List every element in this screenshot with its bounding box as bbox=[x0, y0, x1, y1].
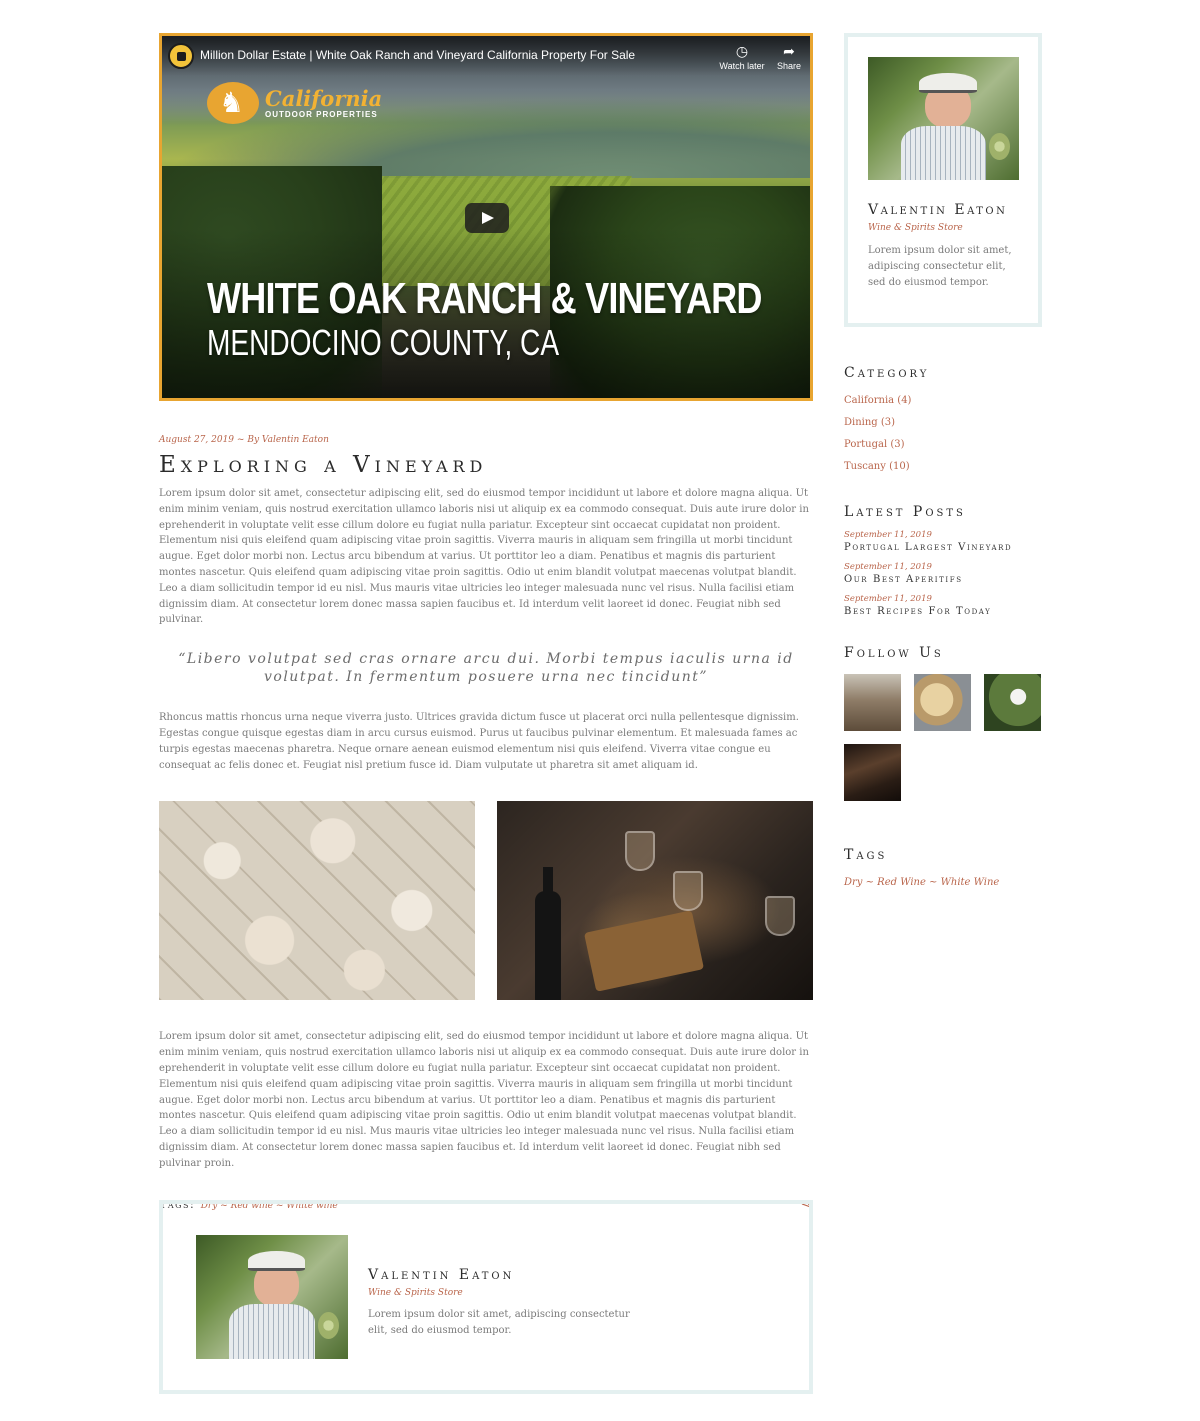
latest-post-date: September 11, 2019 bbox=[844, 594, 932, 604]
latest-post-item[interactable]: September 11, 2019 Our Best Aperitifs bbox=[844, 562, 1042, 585]
post-date[interactable]: August 27, 2019 bbox=[159, 435, 234, 445]
post-paragraph-1: Lorem ipsum dolor sit amet, consectetur … bbox=[159, 488, 809, 626]
latest-posts-title: Latest Posts bbox=[844, 504, 966, 520]
post-author-link[interactable]: Valentin Eaton bbox=[262, 435, 329, 445]
author-box-name: Valentin Eaton bbox=[368, 1267, 515, 1283]
sidebar: Valentin Eaton Wine & Spirits Store Lore… bbox=[844, 33, 1042, 888]
post-gallery bbox=[159, 801, 813, 1001]
author-box: Valentin Eaton Wine & Spirits Store Lore… bbox=[159, 1200, 813, 1394]
latest-post-title[interactable]: Portugal Largest Vineyard bbox=[844, 542, 1042, 553]
instagram-thumb[interactable] bbox=[844, 674, 901, 731]
author-photo bbox=[196, 1235, 348, 1359]
wine-glass bbox=[625, 831, 655, 872]
category-list: California (4) Dining (3) Portugal (3) T… bbox=[844, 390, 1042, 478]
profile-card: Valentin Eaton Wine & Spirits Store Lore… bbox=[844, 33, 1042, 327]
post-paragraph-2: Rhoncus mattis rhoncus urna neque viverr… bbox=[159, 712, 799, 771]
watch-later-button[interactable]: ◷ Watch later bbox=[716, 44, 768, 71]
follow-us-title: Follow Us bbox=[844, 645, 944, 661]
instagram-thumb[interactable] bbox=[844, 744, 901, 801]
logo-sub: OUTDOOR PROPERTIES bbox=[265, 109, 378, 119]
latest-post-item[interactable]: September 11, 2019 Portugal Largest Vine… bbox=[844, 530, 1042, 553]
channel-avatar-icon[interactable] bbox=[168, 43, 194, 69]
post-meta: August 27, 2019 ~ By Valentin Eaton bbox=[159, 435, 813, 445]
main-column: Million Dollar Estate | White Oak Ranch … bbox=[159, 33, 813, 1394]
play-button-icon[interactable] bbox=[465, 203, 509, 233]
latest-post-title[interactable]: Best Recipes For Today bbox=[844, 606, 1042, 617]
cheese-board bbox=[583, 910, 705, 993]
post-quote: “Libero volutpat sed cras ornare arcu du… bbox=[178, 651, 794, 686]
post-title: Exploring a Vineyard bbox=[159, 452, 488, 478]
ravioli-image bbox=[159, 801, 475, 1001]
instagram-grid bbox=[844, 674, 1042, 801]
video-title[interactable]: Million Dollar Estate | White Oak Ranch … bbox=[200, 48, 635, 62]
water-glass bbox=[765, 896, 795, 937]
category-link-portugal[interactable]: Portugal (3) bbox=[844, 434, 1042, 456]
profile-bio: Lorem ipsum dolor sit amet, adipiscing c… bbox=[868, 245, 1012, 288]
instagram-thumb[interactable] bbox=[914, 674, 971, 731]
post-paragraph-3: Lorem ipsum dolor sit amet, consectetur … bbox=[159, 1031, 809, 1169]
instagram-thumb[interactable] bbox=[984, 674, 1041, 731]
author-prefix: By bbox=[247, 435, 260, 445]
latest-post-item[interactable]: September 11, 2019 Best Recipes For Toda… bbox=[844, 594, 1042, 617]
video-subheadline: MENDOCINO COUNTY, CA bbox=[207, 322, 560, 363]
meta-separator: ~ bbox=[236, 435, 245, 445]
author-box-bio: Lorem ipsum dolor sit amet, adipiscing c… bbox=[368, 1309, 630, 1336]
wine-table-image bbox=[497, 801, 813, 1001]
tags-widget-links[interactable]: Dry ~ Red Wine ~ White Wine bbox=[844, 877, 1042, 888]
share-arrow-icon: ➦ bbox=[783, 43, 795, 59]
elk-logo-icon bbox=[207, 82, 259, 124]
wine-bottle bbox=[535, 867, 561, 1001]
clock-icon: ◷ bbox=[735, 43, 749, 59]
video-share-button[interactable]: ➦ Share bbox=[765, 43, 810, 71]
category-link-dining[interactable]: Dining (3) bbox=[844, 412, 1042, 434]
logo-script: California bbox=[265, 85, 383, 111]
author-box-role: Wine & Spirits Store bbox=[368, 1288, 463, 1298]
wine-glass bbox=[673, 871, 703, 912]
video-headline: WHITE OAK RANCH & VINEYARD bbox=[207, 274, 762, 323]
share-label: Share bbox=[776, 61, 802, 71]
latest-post-date: September 11, 2019 bbox=[844, 562, 932, 572]
watch-later-label: Watch later bbox=[719, 61, 765, 71]
tags-widget-title: Tags bbox=[844, 847, 888, 863]
video-logo: California OUTDOOR PROPERTIES bbox=[207, 82, 382, 124]
latest-post-title[interactable]: Our Best Aperitifs bbox=[844, 574, 1042, 585]
category-title: Category bbox=[844, 365, 930, 381]
video-player[interactable]: Million Dollar Estate | White Oak Ranch … bbox=[159, 33, 813, 401]
profile-name: Valentin Eaton bbox=[868, 202, 1008, 218]
category-link-tuscany[interactable]: Tuscany (10) bbox=[844, 456, 1042, 478]
profile-role: Wine & Spirits Store bbox=[868, 223, 963, 233]
profile-photo bbox=[868, 57, 1019, 180]
category-link-california[interactable]: California (4) bbox=[844, 390, 1042, 412]
latest-post-date: September 11, 2019 bbox=[844, 530, 932, 540]
